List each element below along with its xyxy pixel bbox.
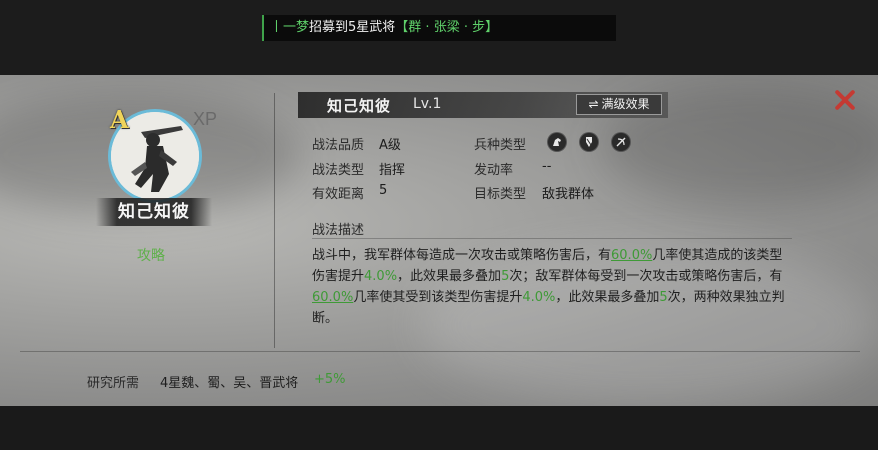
troop-type-label: 兵种类型 xyxy=(474,138,527,153)
recruit-ticker: 丨一梦招募到5星武将【群 · 张梁 · 步】 xyxy=(262,15,616,41)
desc-text: ，此效果最多叠加 xyxy=(397,269,502,284)
desc-value-boost: 4.0% xyxy=(364,269,398,284)
horizontal-divider xyxy=(20,351,860,352)
description-divider xyxy=(312,238,792,239)
desc-text: 几率使其受到该类型伤害提升 xyxy=(353,290,523,305)
target-type-label: 目标类型 xyxy=(474,187,527,202)
ticker-user: 丨一梦 xyxy=(270,20,310,35)
desc-value-chance: 60.0% xyxy=(611,248,653,263)
skill-detail-panel: A XP 知己知彼 攻略 知己知彼 Lv.1 ⇌ 满级效果 战法品质 A级 兵种类… xyxy=(0,75,878,406)
skill-grade: A xyxy=(110,105,129,134)
desc-text: 战斗中，我军群体每造成一次攻击或策略伤害后，有 xyxy=(312,248,612,263)
skill-name-plate: 知己知彼 xyxy=(96,198,212,226)
skill-title: 知己知彼 xyxy=(327,97,392,115)
description-heading: 战法描述 xyxy=(312,223,365,238)
ticker-action: 招募到5星武将 xyxy=(309,20,396,35)
desc-value-chance: 60.0% xyxy=(312,290,354,305)
research-bonus: +5% xyxy=(314,372,346,387)
vertical-divider xyxy=(274,93,275,348)
research-requirement-value: 4星魏、蜀、吴、晋武将 xyxy=(160,376,299,391)
range-label: 有效距离 xyxy=(312,187,365,202)
close-icon[interactable] xyxy=(834,89,856,111)
desc-value-boost: 4.0% xyxy=(522,290,556,305)
ticker-general: 【群 · 张梁 · 步】 xyxy=(395,20,499,35)
desc-value-stacks: 5 xyxy=(659,290,668,305)
quality-value: A级 xyxy=(379,138,401,153)
skill-type-value: 指挥 xyxy=(379,163,406,178)
desc-text: ，此效果最多叠加 xyxy=(555,290,660,305)
skill-type-label: 战法类型 xyxy=(312,163,365,178)
trigger-rate-value: -- xyxy=(542,159,552,174)
max-level-effect-button[interactable]: ⇌ 满级效果 xyxy=(576,94,662,115)
quality-label: 战法品质 xyxy=(312,138,365,153)
xp-tag: XP xyxy=(193,109,218,129)
strategy-guide-link[interactable]: 攻略 xyxy=(137,245,165,265)
skill-level: Lv.1 xyxy=(413,96,442,112)
bow-icon xyxy=(612,133,630,151)
skill-description: 战斗中，我军群体每造成一次攻击或策略伤害后，有60.0%几率使其造成的该类型伤害… xyxy=(312,245,792,329)
trigger-rate-label: 发动率 xyxy=(474,163,514,178)
max-level-label: 满级效果 xyxy=(601,97,650,111)
shield-icon xyxy=(580,133,598,151)
range-value: 5 xyxy=(379,183,388,198)
swap-icon: ⇌ xyxy=(588,97,599,111)
desc-text: 次；敌军群体每受到一次攻击或策略伤害后，有 xyxy=(509,269,783,284)
bottom-band xyxy=(0,406,878,450)
target-type-value: 敌我群体 xyxy=(542,187,595,202)
research-requirement-label: 研究所需 xyxy=(87,376,140,391)
cavalry-icon xyxy=(548,133,566,151)
